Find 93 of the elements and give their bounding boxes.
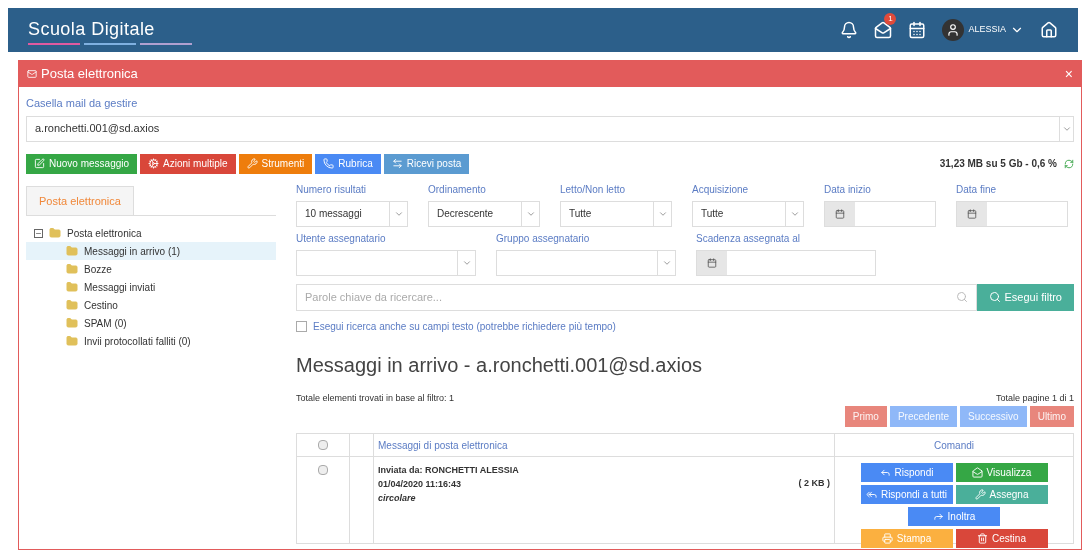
mail-badge: 1: [884, 13, 897, 25]
user-menu[interactable]: ALESSIA: [942, 19, 1024, 41]
tree-item[interactable]: SPAM (0): [26, 314, 276, 332]
action-button[interactable]: Rispondi a tutti: [860, 485, 953, 504]
sidebar-tab[interactable]: Posta elettronica: [26, 185, 134, 215]
action-button[interactable]: Nuovo messaggio: [26, 153, 138, 174]
home-icon[interactable]: [1040, 21, 1058, 39]
folder-icon: [66, 245, 78, 257]
field-label: Letto/Non letto: [560, 182, 627, 197]
results-count: Totale elementi trovati in base al filtro: 1: [296, 391, 455, 405]
field-label: Data fine: [956, 182, 998, 197]
select-field[interactable]: Decrescente: [428, 200, 540, 227]
page-count: Totale pagine 1 di 1: [995, 391, 1074, 405]
subject-text: circolare: [378, 492, 417, 505]
wrench-icon: [974, 489, 986, 500]
mail-icon[interactable]: [874, 21, 893, 39]
date-field[interactable]: [696, 249, 876, 276]
column-header: Messaggi di posta elettronica: [378, 438, 508, 453]
envelope-icon: [971, 467, 983, 478]
action-button[interactable]: Visualizza: [955, 463, 1048, 482]
folder-icon: [66, 281, 78, 293]
trash-icon: [977, 533, 989, 544]
action-button[interactable]: Strumenti: [238, 153, 313, 174]
tree-item[interactable]: Messaggi in arrivo (1): [26, 242, 276, 260]
calendar-icon: [707, 257, 717, 268]
tree-item[interactable]: Posta elettronica: [26, 224, 276, 242]
reply-all-icon: [865, 489, 877, 500]
date-field[interactable]: [824, 200, 936, 227]
action-button[interactable]: Rispondi: [860, 463, 953, 482]
field-label: Scadenza assegnata al: [696, 231, 801, 246]
sender-text: Inviata da: RONCHETTI ALESSIA: [378, 464, 520, 477]
folder-icon: [66, 263, 78, 275]
date-field[interactable]: [956, 200, 1068, 227]
notifications-icon[interactable]: [840, 21, 859, 39]
action-button[interactable]: Cestina: [955, 529, 1048, 548]
checkbox-label: Esegui ricerca anche su campi testo (potrebbe richiedere più tempo): [313, 319, 616, 334]
field-label: Casella mail da gestire: [26, 96, 139, 111]
size-text: ( 2 KB ): [798, 477, 830, 490]
select-field[interactable]: [296, 249, 476, 276]
tree-item[interactable]: Cestino: [26, 296, 276, 314]
calendar-icon: [835, 208, 845, 219]
app-logo: Scuola Digitale: [28, 17, 156, 41]
checkbox[interactable]: [318, 465, 328, 475]
field-label: Gruppo assegnatario: [496, 231, 591, 246]
arrows-icon: [391, 158, 403, 169]
action-button[interactable]: Azioni multiple: [140, 153, 236, 174]
folder-icon: [66, 299, 78, 311]
gears-icon: [148, 158, 160, 169]
search-icon: [955, 291, 968, 303]
field-label: Acquisizione: [692, 182, 750, 197]
forward-icon: [932, 511, 944, 522]
phone-icon: [323, 158, 335, 169]
calendar-icon[interactable]: [908, 21, 927, 39]
avatar-icon: [942, 19, 965, 41]
collapse-icon[interactable]: [34, 228, 43, 238]
action-button[interactable]: Inoltra: [908, 507, 1000, 526]
tree-item[interactable]: Messaggi inviati: [26, 278, 276, 296]
field-label: Data inizio: [824, 182, 872, 197]
wrench-icon: [246, 158, 258, 169]
field-label: Utente assegnatario: [296, 231, 387, 246]
edit-icon: [34, 158, 45, 169]
page-heading: Messaggi in arrivo - a.ronchetti.001@sd.axios: [296, 352, 704, 378]
checkbox[interactable]: [318, 440, 328, 450]
reply-icon: [879, 467, 891, 478]
folder-icon: [66, 335, 78, 347]
panel-title: Posta elettronica: [41, 65, 139, 84]
select-field[interactable]: Tutte: [692, 200, 804, 227]
folder-icon: [66, 317, 78, 329]
select-field[interactable]: Tutte: [560, 200, 672, 227]
field-label: Numero risultati: [296, 182, 368, 197]
calendar-icon: [967, 208, 977, 219]
search-icon: [988, 291, 1001, 303]
action-button[interactable]: Assegna: [955, 485, 1048, 504]
action-button[interactable]: Stampa: [860, 529, 953, 548]
envelope-icon: [27, 69, 37, 79]
action-button[interactable]: Rubrica: [315, 153, 381, 174]
tree-item[interactable]: Bozze: [26, 260, 276, 278]
date-text: 01/04/2020 11:16:43: [378, 478, 463, 491]
folder-icon: [49, 227, 61, 239]
checkbox[interactable]: [296, 320, 307, 332]
field-label: Ordinamento: [428, 182, 487, 197]
refresh-icon[interactable]: [1064, 158, 1074, 169]
quota-text: 31,23 MB su 5 Gb - 0,6 %: [939, 157, 1057, 171]
printer-icon: [881, 533, 893, 544]
mailbox-select[interactable]: a.ronchetti.001@sd.axios: [26, 115, 1074, 142]
search-field[interactable]: Parole chiave da ricercare...: [296, 283, 977, 311]
filter-button[interactable]: Esegui filtro: [976, 283, 1074, 311]
select-field[interactable]: [496, 249, 676, 276]
tree-item[interactable]: Invii protocollati falliti (0): [26, 332, 276, 350]
column-header: Comandi: [934, 438, 974, 453]
close-button[interactable]: ×: [1064, 67, 1073, 81]
select-field[interactable]: 10 messaggi: [296, 200, 408, 227]
action-button[interactable]: Ricevi posta: [383, 153, 470, 174]
